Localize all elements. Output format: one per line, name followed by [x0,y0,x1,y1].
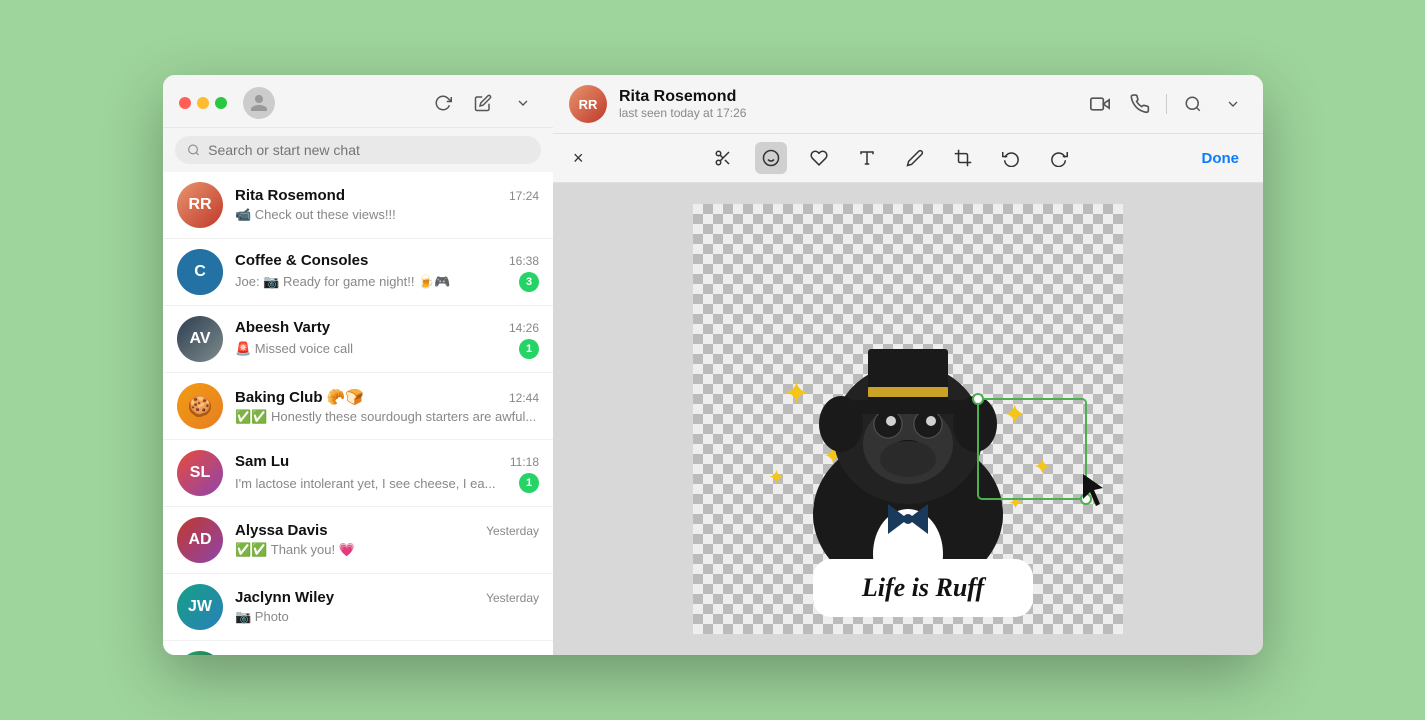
sparkle-3: ✦ [768,467,785,489]
chat-preview-rita: 📹 Check out these views!!! [235,207,539,223]
sticker-tool[interactable] [803,142,835,174]
redo-tool[interactable] [1043,142,1075,174]
chat-item-jaclynn[interactable]: JW Jaclynn Wiley Yesterday 📷 Photo [163,574,553,641]
scissors-tool[interactable] [707,142,739,174]
compose-icon[interactable] [469,89,497,117]
avatar-jaclynn: JW [177,584,223,630]
image-canvas: ✦ ✦ ✦ ✦ ✦ ✦ [693,204,1123,634]
chat-header-avatar: RR [569,85,607,123]
done-button[interactable]: Done [1194,146,1248,171]
banner-text: Life is Ruff [861,573,987,602]
emoji-tool[interactable] [755,142,787,174]
chat-name-sam: Sam Lu [235,453,289,470]
chat-list: RR Rita Rosemond 17:24 📹 Check out these… [163,172,553,655]
sparkle-5: ✦ [1033,454,1051,479]
chat-item-abeesh[interactable]: AV Abeesh Varty 14:26 🚨 Missed voice cal… [163,306,553,373]
chat-info-jaclynn: Jaclynn Wiley Yesterday 📷 Photo [235,589,539,625]
sidebar-header [163,75,553,128]
header-search-icon[interactable] [1179,90,1207,118]
avatar-sam: SL [177,450,223,496]
close-window-btn[interactable] [179,97,191,109]
avatar-rita: RR [177,182,223,228]
chat-name-jaclynn: Jaclynn Wiley [235,589,334,606]
chat-time-sam: 11:18 [510,455,539,469]
undo-tool[interactable] [995,142,1027,174]
chat-info-coffee: Coffee & Consoles 16:38 Joe: 📷 Ready for… [235,252,539,292]
maximize-window-btn[interactable] [215,97,227,109]
sparkle-1: ✦ [783,375,810,411]
sidebar: RR Rita Rosemond 17:24 📹 Check out these… [163,75,553,655]
chat-preview-baking: ✅✅ Honestly these sourdough starters are… [235,409,539,425]
chat-item-rita[interactable]: RR Rita Rosemond 17:24 📹 Check out these… [163,172,553,239]
avatar-coffee: C [177,249,223,295]
sparkle-4: ✦ [1003,399,1026,430]
header-chevron-icon[interactable] [1219,90,1247,118]
chat-preview-jaclynn: 📷 Photo [235,609,539,625]
chat-time-alyssa: Yesterday [486,524,539,538]
chat-item-coffee[interactable]: C Coffee & Consoles 16:38 Joe: 📷 Ready f… [163,239,553,306]
header-divider [1166,94,1167,114]
search-input[interactable] [208,142,529,158]
avatar-mum: M [177,651,223,655]
user-avatar[interactable] [243,87,275,119]
pug-scene: ✦ ✦ ✦ ✦ ✦ ✦ [693,204,1123,634]
minimize-window-btn[interactable] [197,97,209,109]
chat-time-baking: 12:44 [509,391,539,405]
chat-time-coffee: 16:38 [509,254,539,268]
chat-header: RR Rita Rosemond last seen today at 17:2… [553,75,1263,134]
chat-name-coffee: Coffee & Consoles [235,252,368,269]
badge-abeesh: 1 [519,339,539,359]
chat-info-abeesh: Abeesh Varty 14:26 🚨 Missed voice call 1 [235,319,539,359]
refresh-icon[interactable] [429,89,457,117]
app-window: RR Rita Rosemond 17:24 📹 Check out these… [163,75,1263,655]
chat-header-info: Rita Rosemond last seen today at 17:26 [619,88,1074,120]
chat-header-actions [1086,90,1247,118]
chat-panel: RR Rita Rosemond last seen today at 17:2… [553,75,1263,655]
chat-name-baking: Baking Club 🥐🍞 [235,388,364,406]
chat-info-rita: Rita Rosemond 17:24 📹 Check out these vi… [235,187,539,223]
badge-sam: 1 [519,473,539,493]
canvas-area: ✦ ✦ ✦ ✦ ✦ ✦ [553,183,1263,655]
chat-name-abeesh: Abeesh Varty [235,319,330,336]
chat-preview-coffee: Joe: 📷 Ready for game night!! 🍺🎮 [235,274,513,290]
editor-close-button[interactable]: × [569,144,588,173]
chat-preview-abeesh: 🚨 Missed voice call [235,341,513,357]
chevron-down-icon[interactable] [509,89,537,117]
search-input-wrap[interactable] [175,136,541,164]
chat-header-status: last seen today at 17:26 [619,106,1074,120]
search-icon [187,143,200,157]
chat-item-baking[interactable]: 🍪 Baking Club 🥐🍞 12:44 ✅✅ Honestly these… [163,373,553,440]
chat-time-rita: 17:24 [509,189,539,203]
crop-tool[interactable] [947,142,979,174]
avatar-alyssa: AD [177,517,223,563]
sidebar-header-icons [429,89,537,117]
chat-item-mum[interactable]: M Mum Yesterday ✅✅ Night, love you too x… [163,641,553,655]
chat-item-alyssa[interactable]: AD Alyssa Davis Yesterday ✅✅ Thank you! … [163,507,553,574]
pencil-tool[interactable] [899,142,931,174]
chat-preview-alyssa: ✅✅ Thank you! 💗 [235,542,539,558]
video-call-icon[interactable] [1086,90,1114,118]
window-controls [179,97,227,109]
chat-preview-sam: I'm lactose intolerant yet, I see cheese… [235,476,513,491]
chat-header-name: Rita Rosemond [619,88,1074,106]
chat-info-baking: Baking Club 🥐🍞 12:44 ✅✅ Honestly these s… [235,388,539,425]
avatar-baking: 🍪 [177,383,223,429]
badge-coffee: 3 [519,272,539,292]
chat-info-sam: Sam Lu 11:18 I'm lactose intolerant yet,… [235,453,539,493]
avatar-abeesh: AV [177,316,223,362]
chat-time-abeesh: 14:26 [509,321,539,335]
search-bar [163,128,553,172]
svg-text:C: C [194,262,206,280]
chat-name-alyssa: Alyssa Davis [235,522,328,539]
sparkle-6: ✦ [1008,493,1023,513]
chat-name-rita: Rita Rosemond [235,187,345,204]
chat-item-sam[interactable]: SL Sam Lu 11:18 I'm lactose intolerant y… [163,440,553,507]
chat-time-jaclynn: Yesterday [486,591,539,605]
pug-illustration: ✦ ✦ ✦ ✦ ✦ ✦ [693,204,1123,634]
chat-info-alyssa: Alyssa Davis Yesterday ✅✅ Thank you! 💗 [235,522,539,558]
editor-toolbar: × [553,134,1263,183]
phone-call-icon[interactable] [1126,90,1154,118]
text-tool[interactable] [851,142,883,174]
